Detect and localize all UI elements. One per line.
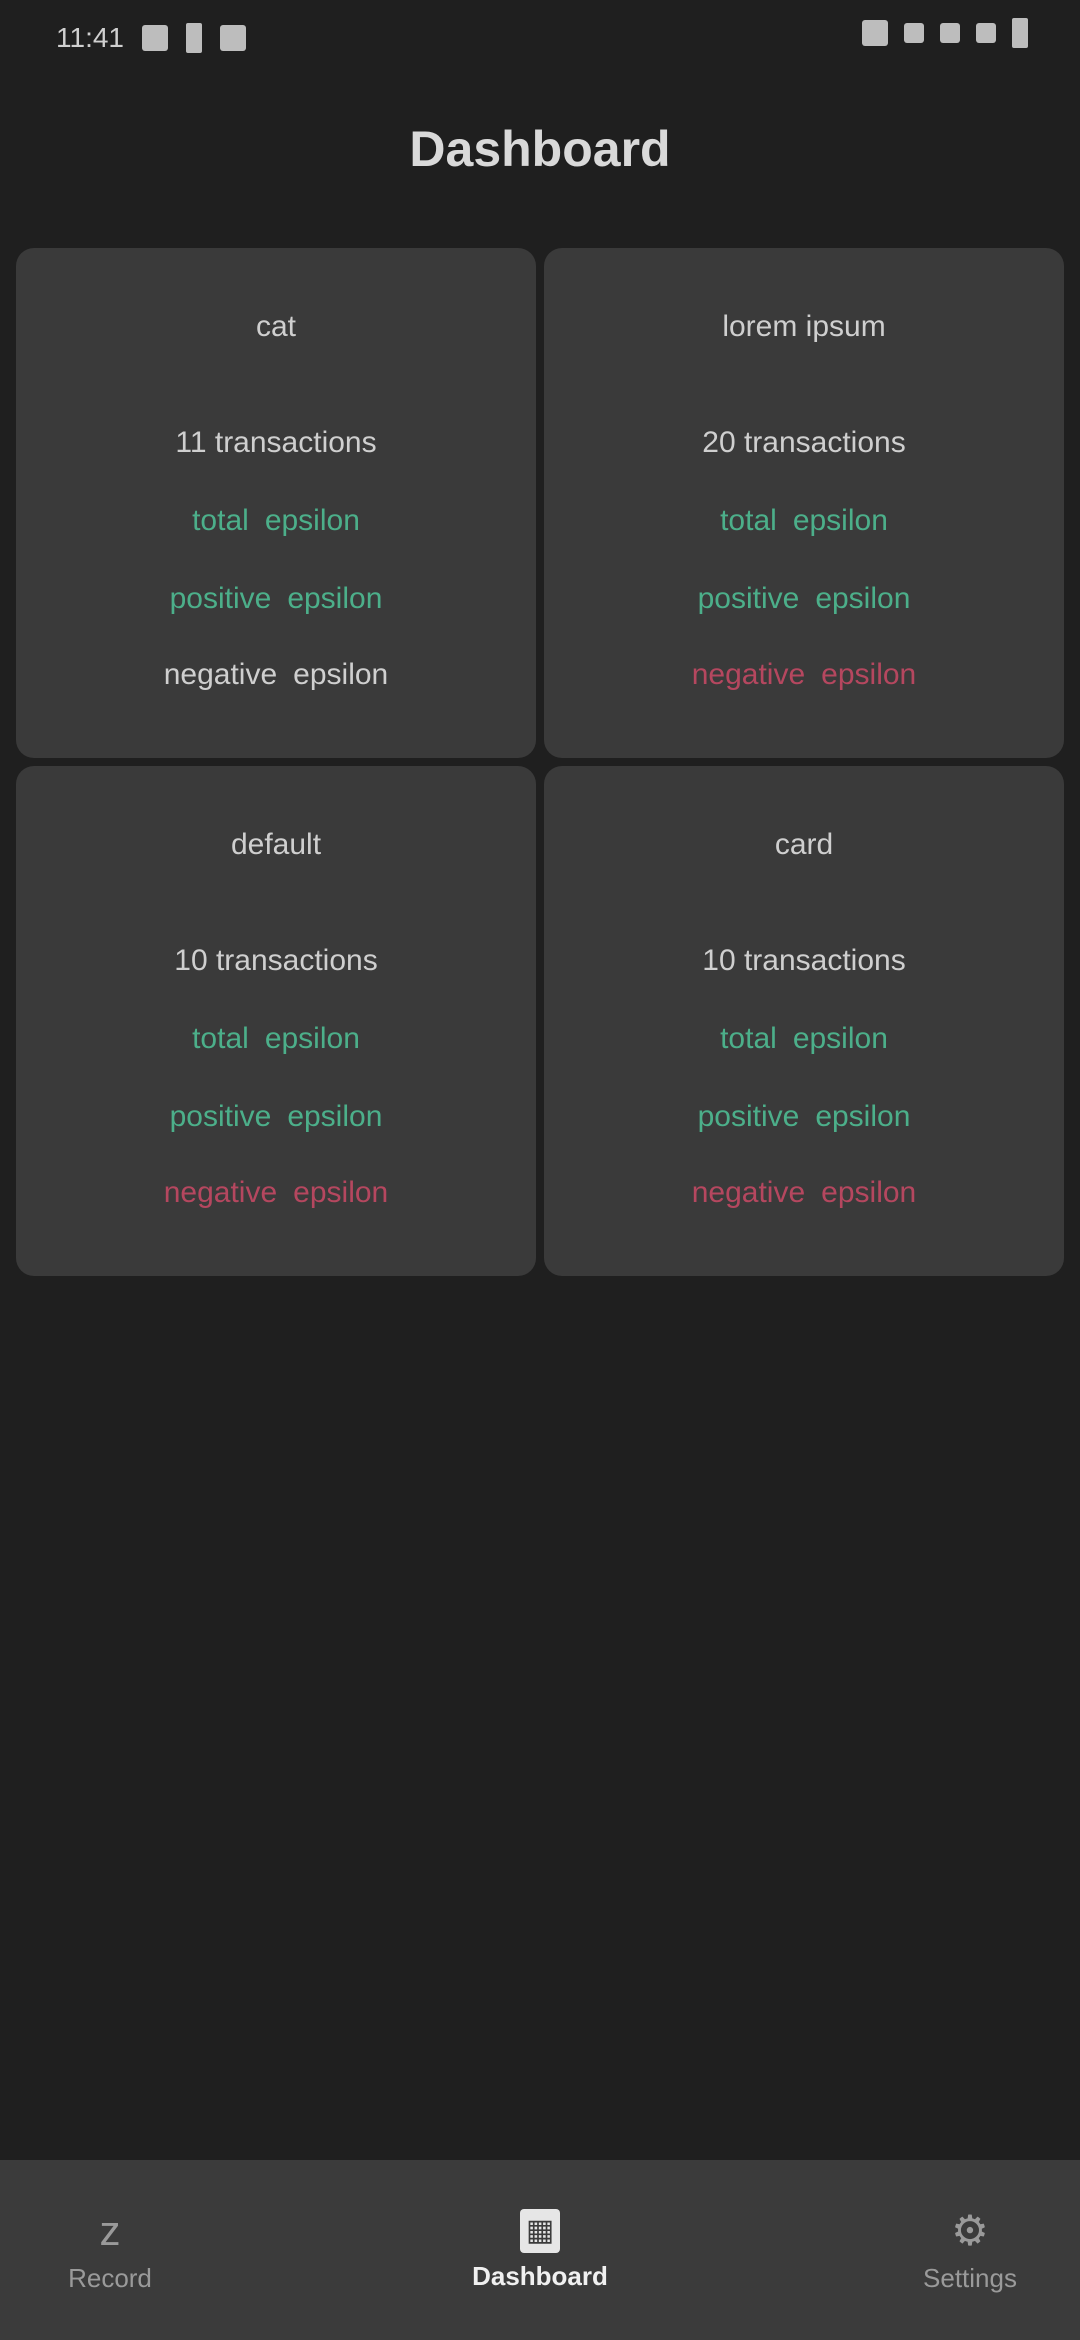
total-row: total epsilon xyxy=(16,1022,536,1056)
positive-value: epsilon xyxy=(287,1100,383,1133)
negative-label: negative xyxy=(691,658,806,691)
nav-item-dashboard[interactable]: ▦ Dashboard xyxy=(430,2208,650,2292)
account-card[interactable]: card 10 transactions total epsilon positi… xyxy=(544,766,1064,1276)
record-icon: z xyxy=(99,2206,121,2254)
negative-value: epsilon xyxy=(293,1176,389,1209)
total-label: total xyxy=(192,1022,249,1055)
total-label: total xyxy=(720,1022,777,1055)
total-value: epsilon xyxy=(264,1022,360,1055)
positive-label: positive xyxy=(169,1100,272,1133)
nav-item-record[interactable]: z Record xyxy=(0,2207,220,2294)
status-left: 11:41 xyxy=(56,22,246,54)
sim-icon xyxy=(142,25,168,51)
positive-value: epsilon xyxy=(815,582,911,615)
nav-label: Dashboard xyxy=(472,2260,608,2291)
negative-row: negative epsilon xyxy=(16,1176,536,1210)
negative-value: epsilon xyxy=(293,658,389,691)
positive-row: positive epsilon xyxy=(544,582,1064,616)
bottom-nav: z Record ▦ Dashboard ⚙ Settings xyxy=(0,2160,1080,2340)
positive-row: positive epsilon xyxy=(544,1100,1064,1134)
negative-label: negative xyxy=(163,1176,278,1209)
positive-label: positive xyxy=(697,582,800,615)
total-value: epsilon xyxy=(792,504,888,537)
total-value: epsilon xyxy=(792,1022,888,1055)
account-card[interactable]: default 10 transactions total epsilon pos… xyxy=(16,766,536,1276)
total-label: total xyxy=(192,504,249,537)
total-row: total epsilon xyxy=(544,1022,1064,1056)
account-title: card xyxy=(774,828,834,861)
positive-value: epsilon xyxy=(815,1100,911,1133)
positive-label: positive xyxy=(697,1100,800,1133)
dashboard-icon: ▦ xyxy=(520,2208,560,2253)
total-row: total epsilon xyxy=(16,504,536,538)
total-value: epsilon xyxy=(264,504,360,537)
negative-label: negative xyxy=(691,1176,806,1209)
transaction-count: 11 transactions xyxy=(175,426,377,459)
dashboard-grid: cat 11 transactions total epsilon positiv… xyxy=(16,248,1064,1276)
negative-row: negative epsilon xyxy=(544,658,1064,692)
transaction-count: 20 transactions xyxy=(702,426,906,459)
nav-label: Record xyxy=(68,2262,152,2293)
negative-row: negative epsilon xyxy=(544,1176,1064,1210)
account-title: default xyxy=(230,828,322,861)
wifi-icon xyxy=(862,20,888,46)
negative-value: epsilon xyxy=(821,658,917,691)
battery-saver-icon xyxy=(186,23,202,53)
nfc-icon xyxy=(940,23,960,43)
negative-value: epsilon xyxy=(821,1176,917,1209)
account-card[interactable]: cat 11 transactions total epsilon positiv… xyxy=(16,248,536,758)
notification-icon xyxy=(220,25,246,51)
battery-icon xyxy=(1012,18,1028,48)
settings-icon: ⚙ xyxy=(951,2206,989,2254)
positive-row: positive epsilon xyxy=(16,582,536,616)
account-card[interactable]: lorem ipsum 20 transactions total epsilon… xyxy=(544,248,1064,758)
positive-value: epsilon xyxy=(287,582,383,615)
total-row: total epsilon xyxy=(544,504,1064,538)
page-title: Dashboard xyxy=(409,121,671,177)
total-label: total xyxy=(720,504,777,537)
transaction-count: 10 transactions xyxy=(702,944,906,977)
nav-label: Settings xyxy=(923,2262,1017,2293)
account-title: lorem ipsum xyxy=(722,310,886,343)
negative-label: negative xyxy=(163,658,278,691)
status-time: 11:41 xyxy=(56,22,124,53)
status-bar: 11:41 xyxy=(0,0,1080,84)
account-title: cat xyxy=(255,310,297,343)
positive-label: positive xyxy=(169,582,272,615)
status-right xyxy=(862,18,1028,48)
signal-icon xyxy=(976,23,996,43)
nav-item-settings[interactable]: ⚙ Settings xyxy=(860,2207,1080,2294)
transaction-count: 10 transactions xyxy=(174,944,378,977)
positive-row: positive epsilon xyxy=(16,1100,536,1134)
negative-row: negative epsilon xyxy=(16,658,536,692)
data-icon xyxy=(904,23,924,43)
